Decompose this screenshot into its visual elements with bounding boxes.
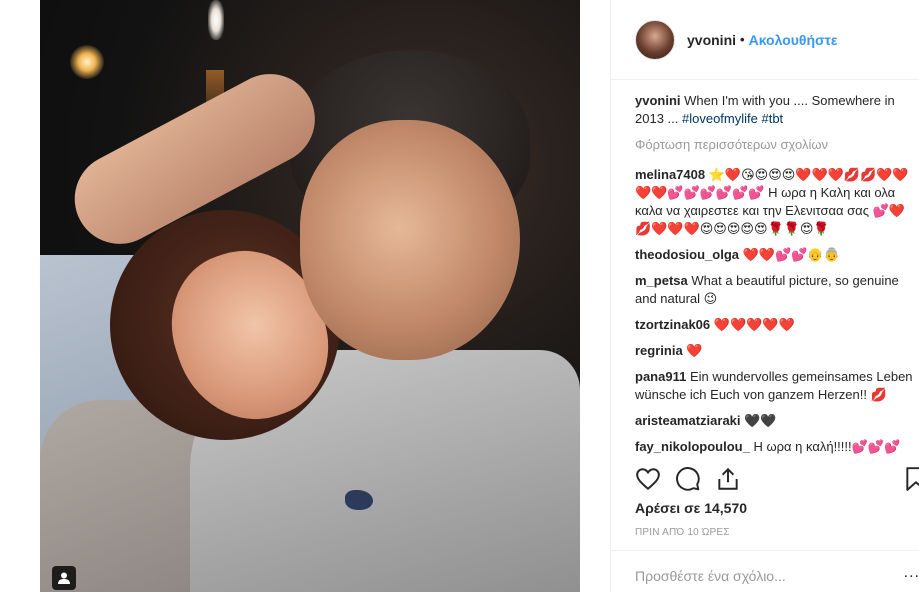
comment-username[interactable]: theodosiou_olga <box>635 247 739 262</box>
add-comment-bar: Προσθέστε ένα σχόλιο... ... <box>611 550 919 592</box>
post-photo-pane <box>0 0 610 592</box>
photo-shirt-logo <box>345 490 373 510</box>
comment-username[interactable]: regrinia <box>635 343 683 358</box>
comment-item: tzortzinak06 ❤️❤️❤️❤️❤️ <box>635 316 919 334</box>
share-icon[interactable] <box>715 466 741 492</box>
caption: yvonini When I'm with you .... Somewhere… <box>635 92 919 128</box>
comment-username[interactable]: tzortzinak06 <box>635 317 710 332</box>
bookmark-icon[interactable] <box>903 466 919 492</box>
post-timestamp[interactable]: ΠΡΙΝ ΑΠΌ 10 ΏΡΕΣ <box>635 527 730 538</box>
load-more-comments-button[interactable]: Φόρτωση περισσότερων σχολίων <box>635 136 919 154</box>
comments-list: yvonini When I'm with you .... Somewhere… <box>635 92 919 458</box>
comment-item: fay_nikolopoulou_ Η ωρα η καλή!!!!!💕💕💕 <box>635 438 919 456</box>
comment-text: Η ωρα η καλή!!!!!💕💕💕 <box>753 439 901 454</box>
comment-text: 🖤🖤 <box>744 413 777 428</box>
action-bar <box>635 466 919 496</box>
comment-input[interactable]: Προσθέστε ένα σχόλιο... <box>635 568 786 584</box>
comment-username[interactable]: melina7408 <box>635 167 705 182</box>
likes-count[interactable]: Αρέσει σε 14,570 <box>635 500 747 516</box>
comment-username[interactable]: aristeamatziaraki <box>635 413 741 428</box>
hashtag-link[interactable]: #loveofmylife <box>682 111 758 126</box>
comment-username[interactable]: m_petsa <box>635 273 688 288</box>
comment-item: melina7408 ⭐❤️😘😍😍😍❤️❤️❤️💋💋❤️❤️❤️❤️💕💕💕💕💕💕… <box>635 166 919 238</box>
heart-icon[interactable] <box>635 466 661 492</box>
post-photo[interactable] <box>40 0 580 592</box>
follow-button[interactable]: Ακολουθήστε <box>749 32 838 48</box>
photo-man-face <box>300 120 520 360</box>
user-tag-icon[interactable] <box>52 566 76 590</box>
comment-item: theodosiou_olga ❤️❤️💕💕👴👵 <box>635 246 919 264</box>
bokeh-light <box>70 45 104 79</box>
comment-text: ❤️ <box>686 343 703 358</box>
header-username[interactable]: yvonini <box>687 32 736 48</box>
comment-text: ❤️❤️💕💕👴👵 <box>742 247 840 262</box>
comment-item: m_petsa What a beautiful picture, so gen… <box>635 272 919 308</box>
comment-username[interactable]: fay_nikolopoulou_ <box>635 439 750 454</box>
comment-text: ❤️❤️❤️❤️❤️ <box>713 317 795 332</box>
post-sidebar: yvonini • Ακολουθήστε yvonini When I'm w… <box>610 0 919 592</box>
comment-item: pana911 Ein wundervolles gemeinsames Leb… <box>635 368 919 404</box>
comment-icon[interactable] <box>675 466 701 492</box>
comment-item: aristeamatziaraki 🖤🖤 <box>635 412 919 430</box>
post-header: yvonini • Ακολουθήστε <box>611 0 919 80</box>
bokeh-light <box>208 0 224 40</box>
separator-dot: • <box>740 32 745 47</box>
more-options-button[interactable]: ... <box>904 564 919 582</box>
hashtag-link[interactable]: #tbt <box>761 111 783 126</box>
comment-username[interactable]: pana911 <box>635 369 686 384</box>
caption-username[interactable]: yvonini <box>635 93 681 108</box>
comment-item: regrinia ❤️ <box>635 342 919 360</box>
avatar[interactable] <box>635 19 675 60</box>
